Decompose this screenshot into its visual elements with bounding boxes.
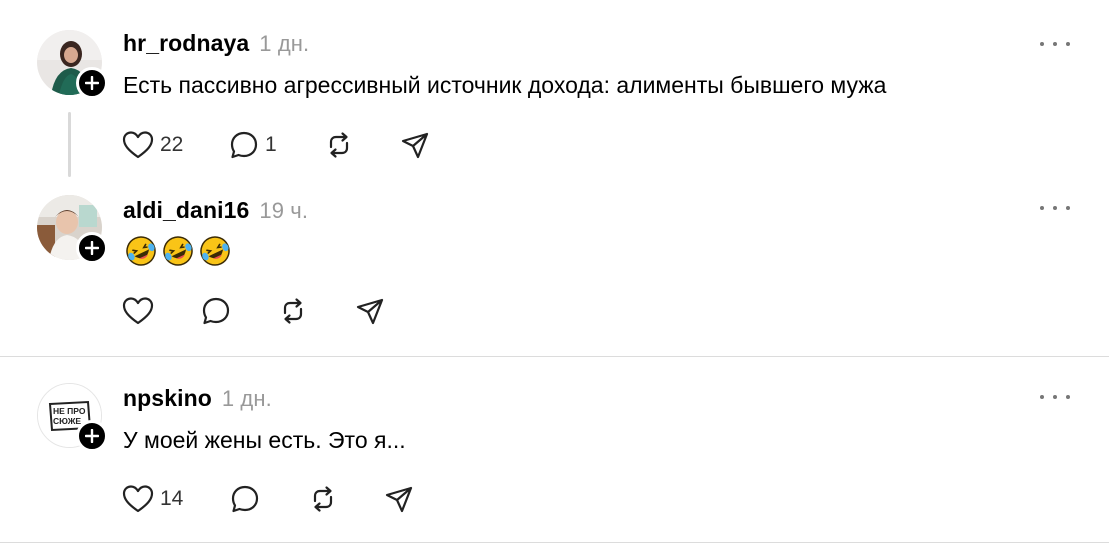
- logo-text-line1: НЕ ПРО: [53, 406, 86, 416]
- username-text[interactable]: npskino: [123, 385, 212, 411]
- share-icon: [385, 486, 413, 513]
- username[interactable]: npskino 1 дн.: [123, 385, 272, 412]
- repost-button[interactable]: [308, 483, 338, 515]
- more-icon: [1040, 395, 1044, 399]
- reply-button[interactable]: [230, 483, 260, 515]
- like-count: 14: [160, 487, 184, 510]
- more-options-button[interactable]: [1040, 387, 1070, 407]
- timestamp: 1 дн.: [221, 386, 272, 411]
- repost-icon: [313, 486, 333, 512]
- logo-text-line2: СЮЖЕ: [53, 416, 81, 426]
- divider: [0, 542, 1109, 543]
- heart-icon: [122, 485, 154, 513]
- plus-icon: [85, 429, 99, 443]
- follow-button[interactable]: [76, 420, 108, 452]
- share-button[interactable]: [384, 483, 414, 515]
- like-button[interactable]: 14: [122, 483, 183, 515]
- comment-icon: [231, 485, 259, 513]
- post-npskino: НЕ ПРО СЮЖЕ npskino 1 дн. У моей жены ест…: [0, 0, 1109, 545]
- post-text: У моей жены есть. Это я...: [123, 427, 406, 453]
